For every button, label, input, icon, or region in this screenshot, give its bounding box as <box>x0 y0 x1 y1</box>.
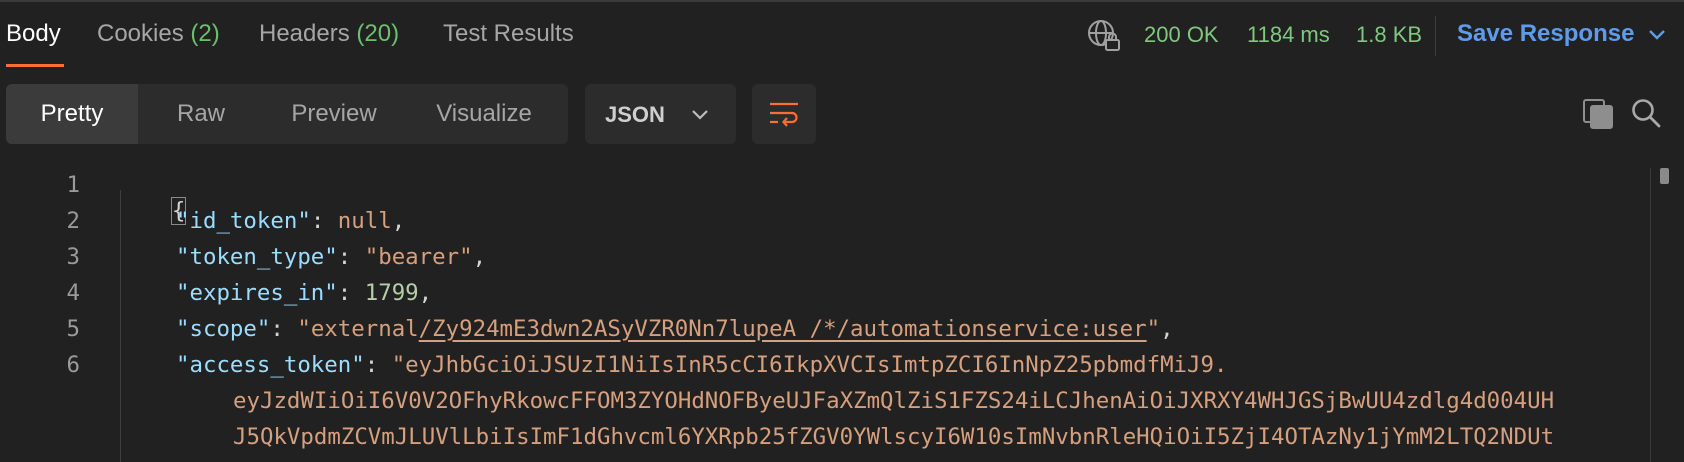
response-time: 1184 ms <box>1247 22 1330 47</box>
view-mode-visualize[interactable]: Visualize <box>404 84 564 144</box>
tab-label: Body <box>6 20 61 47</box>
view-mode-raw[interactable]: Raw <box>138 84 264 144</box>
response-tabs: Body Cookies (2) Headers (20) Test Resul… <box>0 0 1684 70</box>
globe-lock-icon[interactable] <box>1086 18 1122 54</box>
tab-test-results[interactable]: Test Results <box>443 20 574 70</box>
code-line-wrapped: J5QkVpdmZCVmJLUVlLbiIsImF1dGhvcml6YXRpb2… <box>233 424 1554 450</box>
code-line: "id_token": null, <box>176 208 406 234</box>
tab-label: Test Results <box>443 20 574 47</box>
json-value: " <box>1146 316 1161 342</box>
json-key: "access_token" <box>176 352 365 378</box>
code-line: "token_type": "bearer", <box>176 244 487 270</box>
tab-count: (20) <box>356 20 400 47</box>
json-value: eyJzdWIiOiI6V0V2OFhyRkowcFFOM3ZYOHdNOFBy… <box>233 388 1555 414</box>
code-line: "scope": "external/Zy924mE3dwn2ASyVZR0Nn… <box>176 316 1174 342</box>
code-line-wrapped: eyJzdWIiOiI6V0V2OFhyRkowcFFOM3ZYOHdNOFBy… <box>233 388 1554 414</box>
search-icon[interactable] <box>1630 97 1662 129</box>
json-value: "eyJhbGciOiJSUzI1NiIsInR5cCI6IkpXVCIsImt… <box>391 352 1228 378</box>
tab-headers[interactable]: Headers (20) <box>259 20 399 70</box>
json-value: 1799 <box>364 280 419 306</box>
json-key: "expires_in" <box>176 280 338 306</box>
response-body-editor[interactable]: 1 2 3 4 5 6 { "id_token": null, "token_t… <box>0 168 1684 462</box>
view-mode-pretty[interactable]: Pretty <box>6 84 138 144</box>
save-response-button[interactable]: Save Response <box>1457 20 1634 48</box>
view-mode-label: Preview <box>291 100 377 127</box>
code-line: "expires_in": 1799, <box>176 280 433 306</box>
tab-count: (2) <box>190 20 220 47</box>
scope-link[interactable]: /Zy924mE3dwn2ASyVZR0Nn7lupeA_/*/automati… <box>419 316 1147 342</box>
copy-icon[interactable] <box>1582 98 1614 130</box>
tab-label: Cookies <box>97 20 184 47</box>
wrap-lines-icon <box>770 102 798 127</box>
line-number: 1 <box>66 172 80 198</box>
line-number: 6 <box>66 352 80 378</box>
code-line: "access_token": "eyJhbGciOiJSUzI1NiIsInR… <box>176 352 1228 378</box>
view-mode-label: Raw <box>176 100 225 127</box>
view-mode-label: Pretty <box>40 100 104 127</box>
json-value: "external <box>297 316 419 342</box>
line-number: 5 <box>66 316 80 342</box>
scrollbar-thumb[interactable] <box>1660 168 1669 184</box>
json-key: "id_token" <box>176 208 311 234</box>
json-key: "token_type" <box>176 244 338 270</box>
response-size: 1.8 KB <box>1356 22 1423 47</box>
tab-cookies[interactable]: Cookies (2) <box>97 20 220 70</box>
save-response-label: Save Response <box>1457 20 1635 47</box>
wrap-lines-button[interactable] <box>752 84 816 144</box>
line-number: 4 <box>66 280 80 306</box>
status-code: 200 OK <box>1144 22 1219 47</box>
scrollbar-track <box>1650 168 1651 462</box>
format-dropdown[interactable]: JSON <box>585 84 736 144</box>
json-value: "bearer" <box>364 244 473 270</box>
chevron-down-icon <box>692 110 708 120</box>
status-divider <box>1435 16 1436 56</box>
tab-body[interactable]: Body <box>6 20 61 70</box>
json-value: null <box>337 208 392 234</box>
view-mode-selector: Pretty Raw Preview Visualize <box>6 84 568 144</box>
json-value: J5QkVpdmZCVmJLUVlLbiIsImF1dGhvcml6YXRpb2… <box>233 424 1555 450</box>
active-tab-indicator <box>6 64 64 67</box>
chevron-down-icon[interactable] <box>1648 28 1666 42</box>
line-number: 2 <box>66 208 80 234</box>
json-key: "scope" <box>176 316 271 342</box>
format-value: JSON <box>605 102 665 127</box>
view-mode-label: Visualize <box>436 100 532 127</box>
line-number: 3 <box>66 244 80 270</box>
view-mode-preview[interactable]: Preview <box>264 84 404 144</box>
tab-label: Headers <box>259 20 350 47</box>
